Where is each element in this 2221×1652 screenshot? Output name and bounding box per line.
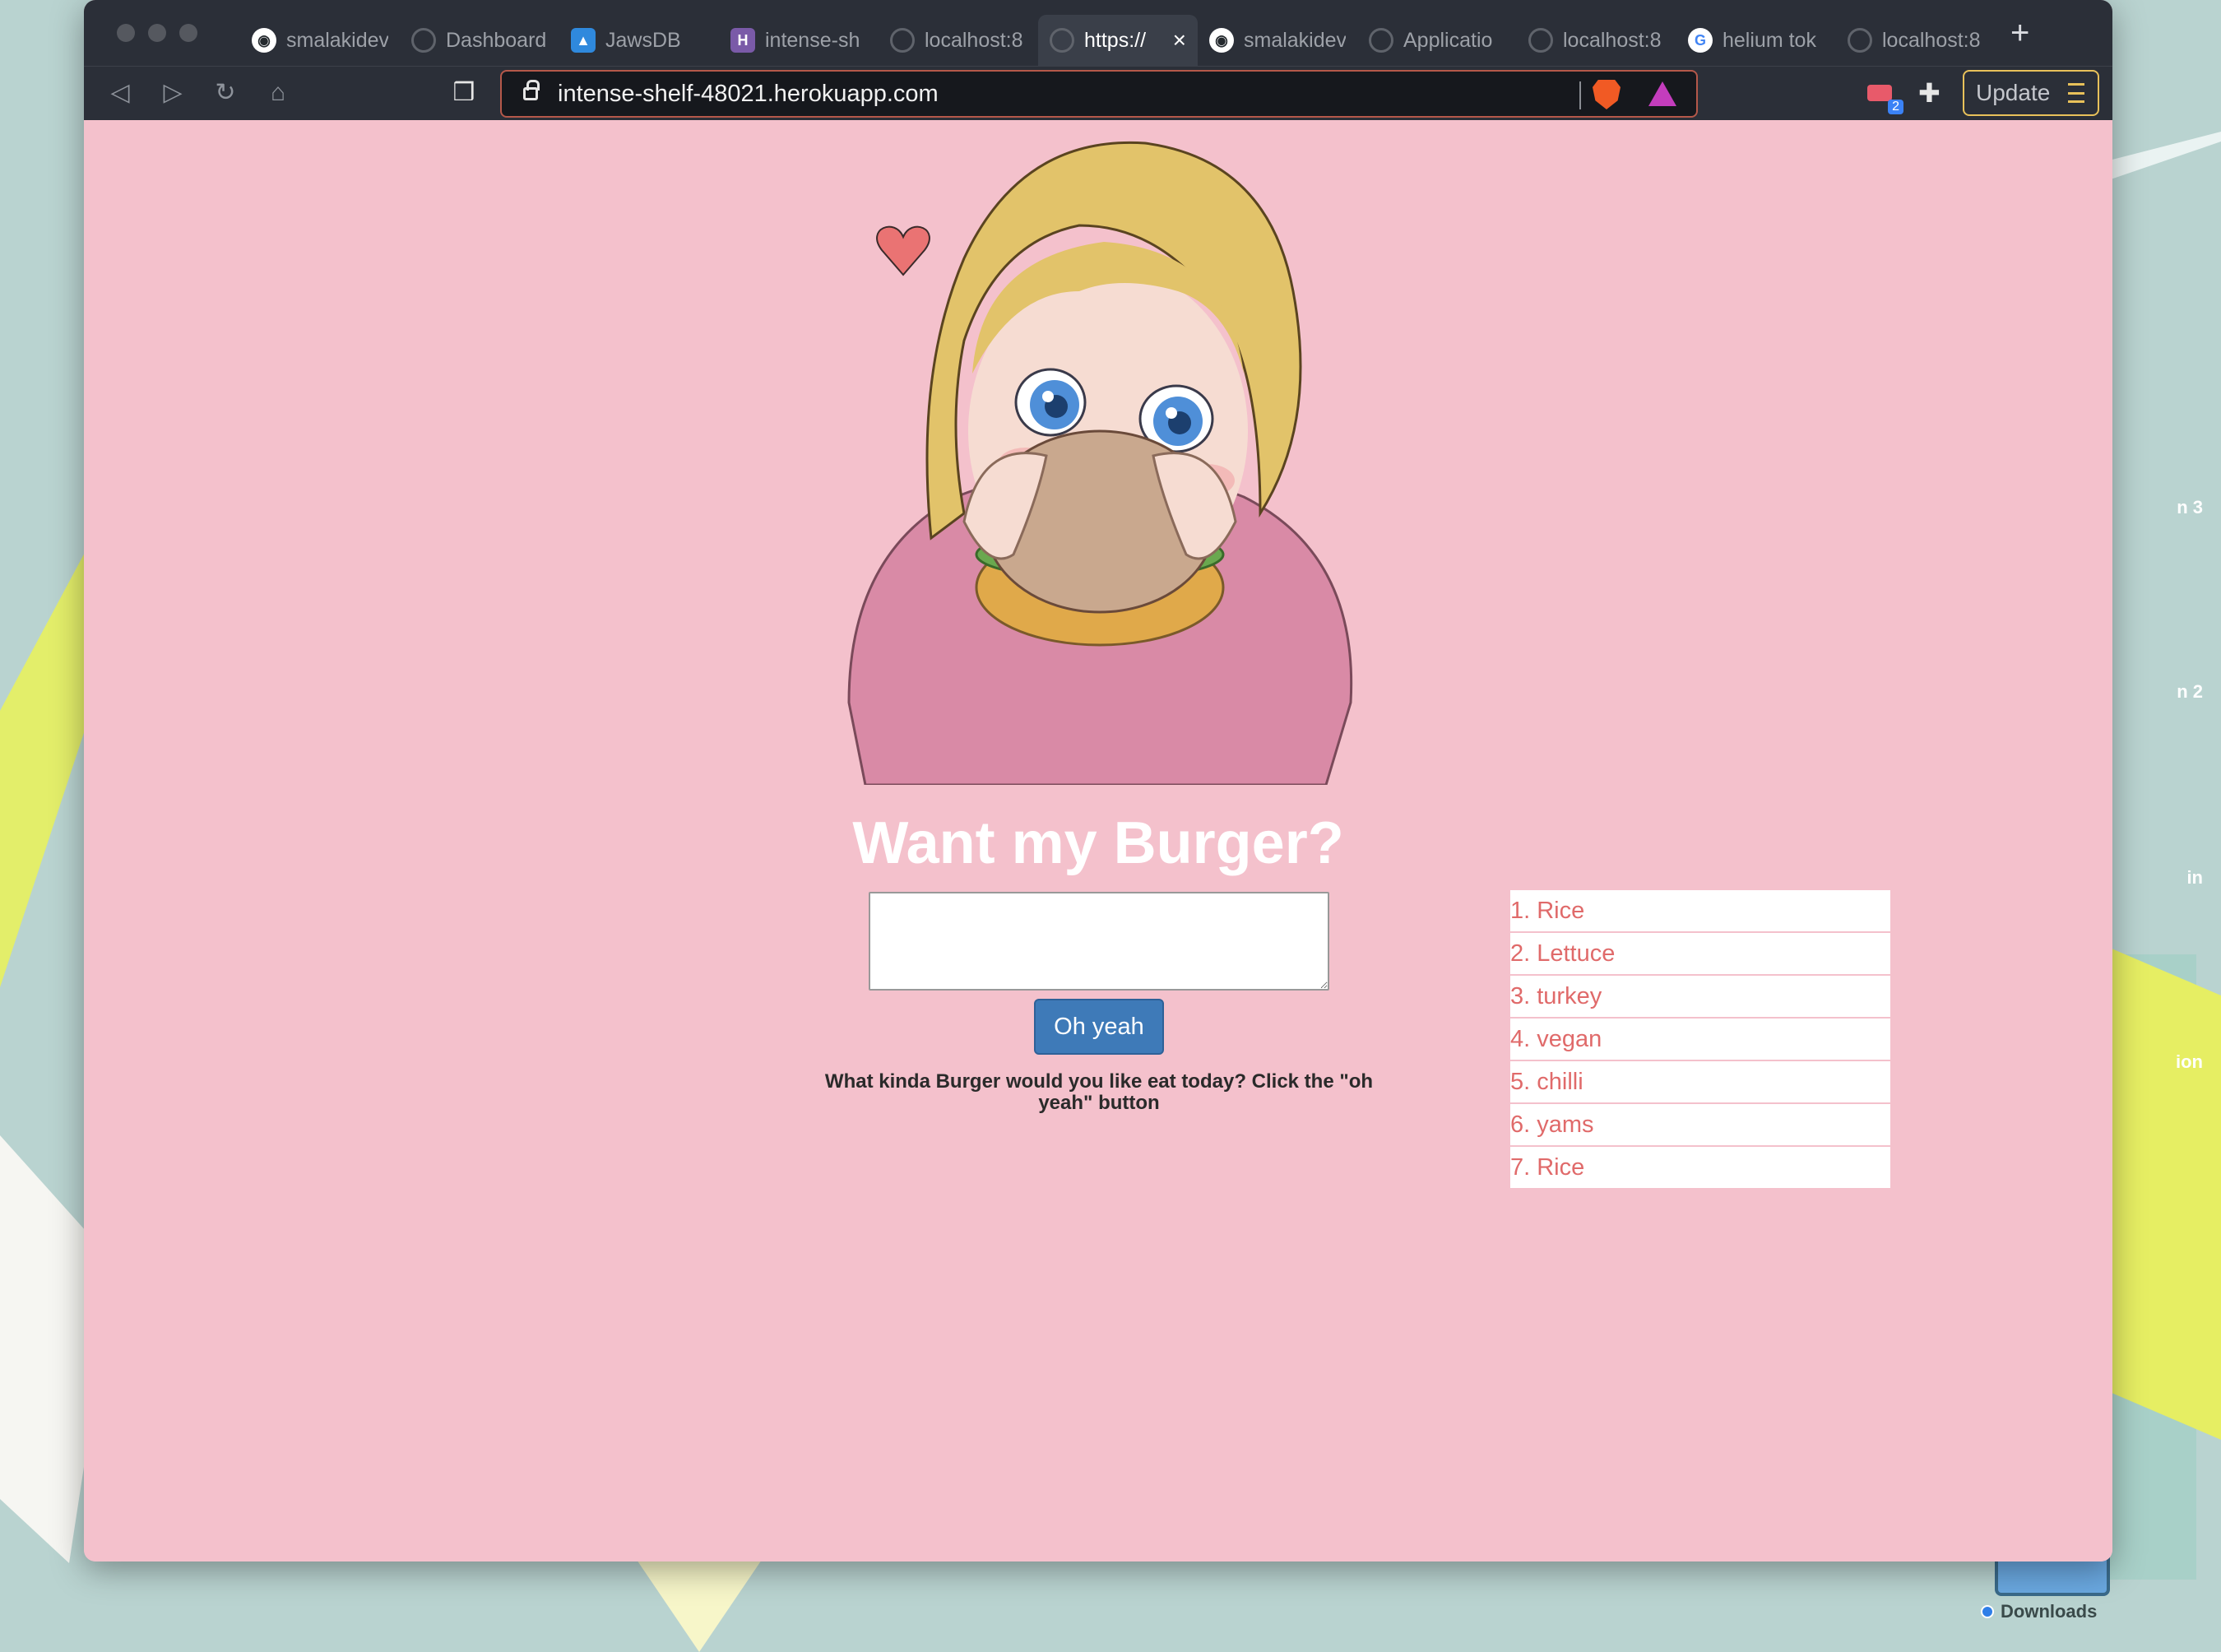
desktop-item-label[interactable]: ion <box>2176 1051 2203 1073</box>
list-item[interactable]: 2. Lettuce <box>1510 933 1890 976</box>
tab-label: localhost:8 <box>1563 28 1662 52</box>
burger-girl-illustration <box>847 141 1353 785</box>
downloads-label: Downloads <box>2001 1601 2098 1622</box>
close-tab-icon[interactable]: × <box>1173 27 1186 53</box>
back-icon[interactable]: ◁ <box>105 78 135 108</box>
list-item[interactable]: 6. yams <box>1510 1104 1890 1147</box>
helper-text: What kinda Burger would you like eat tod… <box>824 1070 1374 1114</box>
reload-icon[interactable]: ↻ <box>211 78 240 108</box>
url-text[interactable]: intense-shelf-48021.herokuapp.com <box>558 81 939 108</box>
browser-tab[interactable]: Dashboard <box>400 15 559 66</box>
tab-label: helium tok <box>1723 28 1816 52</box>
extension-body <box>1867 85 1892 101</box>
desktop-shape <box>633 1555 765 1652</box>
browser-tab[interactable]: localhost:8 <box>1517 15 1676 66</box>
heart-icon <box>876 225 930 276</box>
google-icon: G <box>1688 28 1713 53</box>
close-window-button[interactable] <box>117 24 135 42</box>
new-tab-button[interactable]: + <box>2010 15 2029 52</box>
browser-toolbar: ◁ ▷ ↻ ⌂ ❒ intense-shelf-48021.herokuapp.… <box>84 66 2112 120</box>
github-icon: ◉ <box>252 28 276 53</box>
tab-label: localhost:8 <box>1882 28 1981 52</box>
update-button[interactable]: Update <box>1963 70 2099 116</box>
browser-tab[interactable]: H intense-sh <box>719 15 879 66</box>
browser-tab[interactable]: localhost:8 <box>1836 15 1996 66</box>
list-item[interactable]: 3. turkey <box>1510 976 1890 1019</box>
minimize-window-button[interactable] <box>148 24 166 42</box>
update-label: Update <box>1976 80 2051 105</box>
extension-icon[interactable]: 2 <box>1867 81 1903 114</box>
list-item[interactable]: 7. Rice <box>1510 1147 1890 1190</box>
jawsdb-icon: ▲ <box>571 28 596 53</box>
desktop-shape <box>2106 132 2221 181</box>
brave-shields-icon[interactable] <box>1593 80 1621 109</box>
tab-label: localhost:8 <box>925 28 1023 52</box>
tab-label: Dashboard <box>446 28 547 52</box>
desktop-shape <box>2106 946 2221 1440</box>
divider <box>1579 81 1581 109</box>
forward-icon[interactable]: ▷ <box>158 78 188 108</box>
globe-icon <box>1050 28 1074 53</box>
home-icon[interactable]: ⌂ <box>263 78 293 108</box>
globe-icon <box>1369 28 1393 53</box>
heroku-icon: H <box>730 28 755 53</box>
address-bar[interactable]: intense-shelf-48021.herokuapp.com <box>500 70 1698 118</box>
lock-icon[interactable] <box>523 80 540 100</box>
desktop-item-label[interactable]: n 2 <box>2177 681 2203 703</box>
tab-bar: ◉ smalakidev Dashboard ▲ JawsDB H intens… <box>84 0 2112 66</box>
tab-label: smalakidev <box>1244 28 1346 52</box>
zoom-window-button[interactable] <box>179 24 197 42</box>
extension-badge-count: 2 <box>1888 100 1903 114</box>
menu-icon <box>2068 83 2084 103</box>
brave-rewards-icon[interactable] <box>1648 81 1676 106</box>
burger-name-input[interactable] <box>869 892 1329 991</box>
window-controls <box>84 24 240 42</box>
oh-yeah-button[interactable]: Oh yeah <box>1034 999 1164 1055</box>
list-item[interactable]: 1. Rice <box>1510 890 1890 933</box>
globe-icon <box>411 28 436 53</box>
tab-label: smalakidev <box>286 28 388 52</box>
browser-tab[interactable]: G helium tok <box>1676 15 1836 66</box>
status-dot-icon <box>1981 1605 1994 1618</box>
bookmark-icon[interactable]: ❒ <box>449 78 479 108</box>
tab-label: https:// <box>1084 28 1147 52</box>
tab-label: Applicatio <box>1403 28 1493 52</box>
browser-tab-active[interactable]: https:// × <box>1038 15 1198 66</box>
globe-icon <box>1848 28 1872 53</box>
page-content: Want my Burger? Oh yeah What kinda Burge… <box>84 120 2112 1562</box>
page-title: Want my Burger? <box>852 810 1344 876</box>
desktop-item-label[interactable]: in <box>2186 867 2203 889</box>
list-item[interactable]: 5. chilli <box>1510 1061 1890 1104</box>
desktop-item-label[interactable]: n 3 <box>2177 497 2203 518</box>
tab-label: JawsDB <box>605 28 681 52</box>
browser-tab[interactable]: ◉ smalakidev <box>1198 15 1357 66</box>
burger-list: 1. Rice 2. Lettuce 3. turkey 4. vegan 5.… <box>1510 890 1890 1190</box>
extensions-puzzle-icon[interactable]: ✚ <box>1918 80 1945 106</box>
browser-tab[interactable]: ◉ smalakidev <box>240 15 400 66</box>
browser-tab[interactable]: localhost:8 <box>879 15 1038 66</box>
github-icon: ◉ <box>1209 28 1234 53</box>
browser-window: ◉ smalakidev Dashboard ▲ JawsDB H intens… <box>84 0 2112 1562</box>
globe-icon <box>890 28 915 53</box>
browser-tab[interactable]: ▲ JawsDB <box>559 15 719 66</box>
downloads-folder[interactable]: Downloads <box>1981 1601 2097 1622</box>
browser-tab[interactable]: Applicatio <box>1357 15 1517 66</box>
list-item[interactable]: 4. vegan <box>1510 1019 1890 1061</box>
globe-icon <box>1528 28 1553 53</box>
tab-label: intense-sh <box>765 28 860 52</box>
